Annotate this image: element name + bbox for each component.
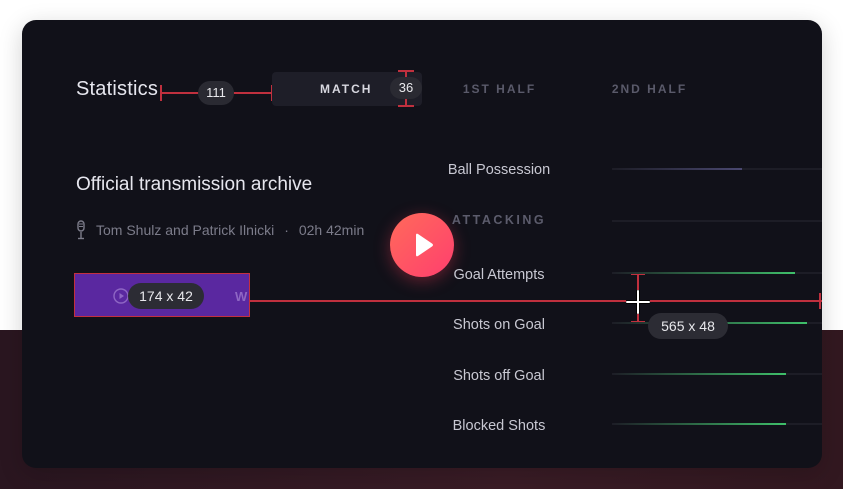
row-width-measure-line — [250, 300, 822, 302]
stat-label-shots-on-goal: Shots on Goal — [453, 317, 545, 333]
stat-bar-blocked-shots — [612, 423, 822, 425]
row-size-badge: 565 x 48 — [648, 313, 728, 339]
tab-height-measure-cap-top — [398, 70, 414, 72]
spacing-measure-badge: 111 — [198, 81, 234, 105]
stat-label-shots-off-goal: Shots off Goal — [453, 368, 545, 384]
section-heading-attacking: ATTACKING — [451, 213, 547, 227]
archive-authors: Tom Shulz and Patrick Ilnicki — [96, 222, 275, 238]
stat-bar-shots-off-goal — [612, 373, 822, 375]
tab-height-measure-cap-bottom — [398, 105, 414, 107]
stat-bar-fill — [612, 423, 787, 425]
play-icon — [113, 288, 129, 304]
tab-match-label: MATCH — [320, 82, 373, 96]
row-width-measure-cap — [819, 293, 821, 309]
crosshair-icon — [626, 290, 650, 314]
watch-button-label: W — [235, 289, 249, 304]
archive-meta: Tom Shulz and Patrick Ilnicki · 02h 42mi… — [76, 220, 364, 240]
spacing-measure-cap-left — [160, 85, 162, 101]
stat-bar-fill — [612, 272, 795, 274]
archive-duration: 02h 42min — [298, 222, 365, 238]
stat-label-blocked-shots: Blocked Shots — [452, 418, 546, 434]
microphone-icon — [77, 220, 85, 240]
page-title: Statistics — [76, 78, 159, 100]
stat-bar-ball-possession — [612, 168, 822, 170]
tab-2nd-half[interactable]: 2ND HALF — [592, 72, 707, 106]
tab-height-measure-badge: 36 — [390, 77, 422, 99]
stat-label-goal-attempts: Goal Attempts — [453, 267, 545, 283]
tab-1st-half[interactable]: 1ST HALF — [442, 72, 557, 106]
stat-label-ball-possession: Ball Possession — [447, 162, 551, 178]
button-size-badge: 174 x 42 — [128, 283, 204, 309]
stat-divider-attacking — [612, 220, 822, 222]
statistics-card: Statistics 111 MATCH 1ST HALF 2ND HALF 3… — [22, 20, 822, 468]
stat-bar-fill — [612, 373, 787, 375]
stat-bar-goal-attempts — [612, 272, 822, 274]
stat-bar-fill — [612, 168, 743, 170]
archive-title: Official transmission archive — [76, 174, 313, 195]
meta-separator: · — [284, 222, 289, 238]
